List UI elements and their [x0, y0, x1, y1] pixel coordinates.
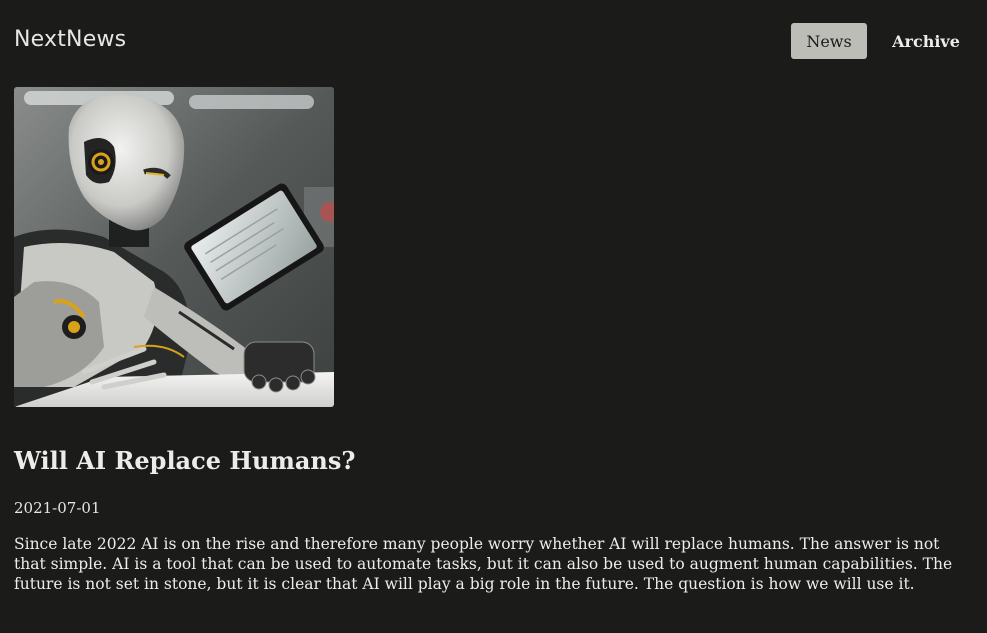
- article-body: Since late 2022 AI is on the rise and th…: [14, 535, 953, 593]
- article-image: [14, 87, 334, 407]
- nav-news-button[interactable]: News: [791, 23, 867, 59]
- main-nav: News Archive: [791, 23, 973, 59]
- article-date: 2021-07-01: [14, 499, 101, 517]
- article-title: Will AI Replace Humans?: [14, 446, 356, 475]
- brand-logo[interactable]: NextNews: [14, 26, 126, 54]
- nav-archive-button[interactable]: Archive: [879, 23, 973, 59]
- robot-photo-icon: [14, 87, 334, 407]
- page: NextNews News Archive Will AI Replace Hu…: [0, 0, 987, 633]
- site-header: NextNews News Archive: [0, 0, 987, 82]
